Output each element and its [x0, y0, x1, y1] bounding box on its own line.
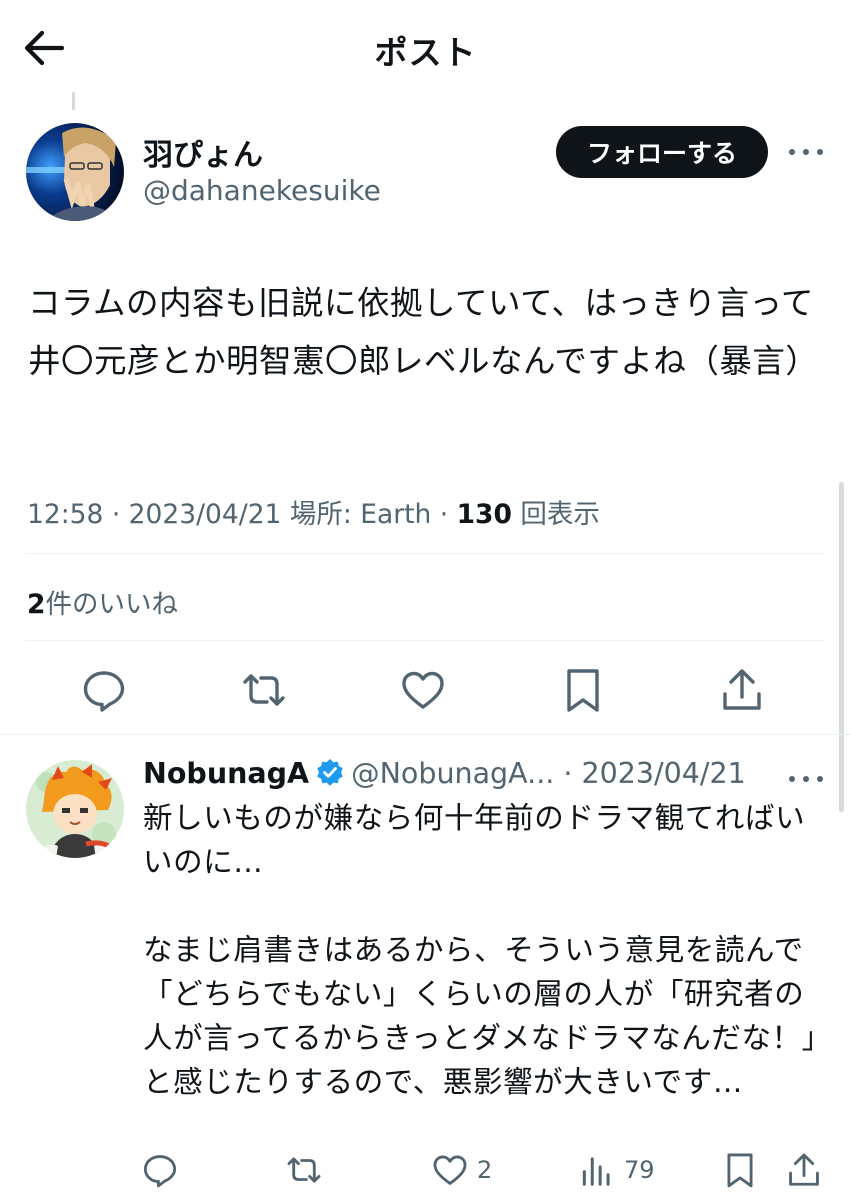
reply-views-button[interactable]: 79 — [578, 1150, 655, 1190]
top-bar: ポスト — [0, 0, 851, 96]
reply-like-count: 2 — [477, 1156, 493, 1184]
reply-share-button[interactable] — [785, 1150, 823, 1190]
more-horizontal-icon — [789, 776, 823, 782]
follow-button[interactable]: フォローする — [556, 126, 768, 178]
bookmark-icon — [567, 669, 599, 712]
reply-text: 新しいものが嫌なら何十年前のドラマ観てればいいのに… なまじ肩書きはあるから、そ… — [143, 801, 832, 1099]
bookmark-icon — [727, 1153, 753, 1188]
reply-author-avatar[interactable] — [26, 760, 124, 858]
share-icon — [723, 669, 761, 710]
reply-retweet-button[interactable] — [285, 1150, 323, 1190]
more-horizontal-icon — [789, 149, 823, 155]
reply-view-count: 79 — [624, 1156, 655, 1184]
reply-header: NobunagA @NobunagA... · 2023/04/21 — [143, 757, 746, 790]
likes-count: 2 — [27, 589, 46, 620]
tweet-meta: 12:58 · 2023/04/21 場所: Earth · 130 回表示 — [27, 492, 600, 531]
retweet-icon — [287, 1157, 321, 1183]
heart-icon — [402, 671, 444, 709]
verified-badge-icon — [317, 759, 343, 786]
scrollbar[interactable] — [839, 482, 844, 812]
bookmark-button[interactable] — [559, 666, 607, 714]
likes-label: 件のいいね — [45, 589, 178, 620]
reply-like-button[interactable]: 2 — [431, 1150, 492, 1190]
page-title: ポスト — [374, 33, 477, 72]
meta-separator: · — [111, 499, 129, 530]
tweet-text: コラムの内容も旧説に依拠していて、はっきり言って井〇元彦とか明智憲〇郎レベルなん… — [28, 284, 819, 380]
share-icon — [789, 1153, 819, 1186]
reply-author-handle[interactable]: @NobunagA... — [351, 757, 554, 790]
reply-date[interactable]: 2023/04/21 — [582, 757, 746, 790]
reply-author-name[interactable]: NobunagA — [143, 757, 309, 790]
tweet-location: 場所: Earth — [289, 499, 432, 530]
reply-button[interactable] — [80, 666, 128, 714]
author-name[interactable]: 羽ぴょん — [143, 130, 263, 174]
view-label: 回表示 — [520, 499, 600, 530]
section-divider — [0, 734, 851, 735]
thread-connector-line — [72, 92, 75, 110]
retweet-icon — [243, 674, 285, 706]
tweet-date[interactable]: 2023/04/21 — [129, 499, 282, 530]
heart-icon — [433, 1155, 467, 1185]
meta-separator: · — [439, 499, 457, 530]
retweet-button[interactable] — [240, 666, 288, 714]
analytics-icon — [582, 1157, 610, 1186]
reply-bookmark-button[interactable] — [721, 1150, 759, 1190]
more-options-button[interactable] — [786, 137, 826, 167]
divider — [26, 553, 825, 554]
tweet-time[interactable]: 12:58 — [27, 499, 103, 530]
reply-icon — [83, 671, 125, 712]
divider — [26, 640, 825, 641]
author-handle[interactable]: @dahanekesuike — [143, 174, 381, 207]
reply-more-options-button[interactable] — [786, 764, 826, 794]
view-count: 130 — [456, 499, 512, 530]
reply-reply-button[interactable] — [141, 1150, 179, 1190]
reply-icon — [143, 1155, 177, 1188]
author-avatar[interactable] — [26, 123, 124, 221]
like-button[interactable] — [399, 666, 447, 714]
reply-meta-separator: · — [554, 757, 582, 790]
share-button[interactable] — [718, 666, 766, 714]
likes-summary[interactable]: 2件のいいね — [27, 582, 178, 621]
